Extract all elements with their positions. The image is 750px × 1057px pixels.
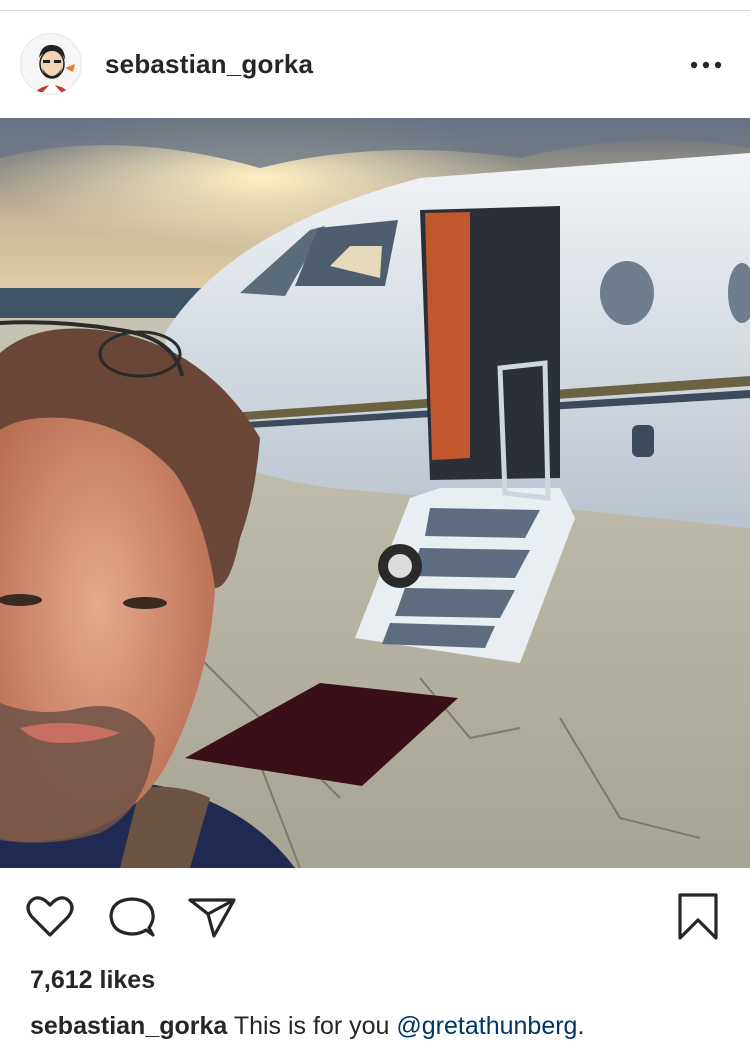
post-caption: sebastian_gorka This is for you @gretath…: [30, 1012, 730, 1041]
likes-count[interactable]: 7,612 likes: [30, 966, 155, 995]
paper-plane-icon[interactable]: [188, 896, 236, 940]
caption-end-punctuation: .: [577, 1012, 585, 1040]
heart-icon[interactable]: [26, 895, 74, 939]
comment-icon[interactable]: [108, 894, 156, 940]
caption-mention-link[interactable]: @gretathunberg: [396, 1012, 577, 1040]
post-actions: [0, 868, 750, 963]
post-photo[interactable]: [0, 118, 750, 868]
avatar[interactable]: [20, 33, 82, 95]
avatar-illustration: [21, 34, 81, 94]
caption-text: This is for you: [233, 1012, 390, 1040]
top-divider: [0, 0, 750, 11]
caption-username[interactable]: sebastian_gorka: [30, 1012, 227, 1040]
more-options-icon[interactable]: [686, 59, 726, 71]
photo-scene: [0, 118, 750, 868]
post-header: sebastian_gorka: [0, 11, 750, 118]
bookmark-icon[interactable]: [676, 892, 720, 942]
post-username[interactable]: sebastian_gorka: [105, 49, 313, 80]
